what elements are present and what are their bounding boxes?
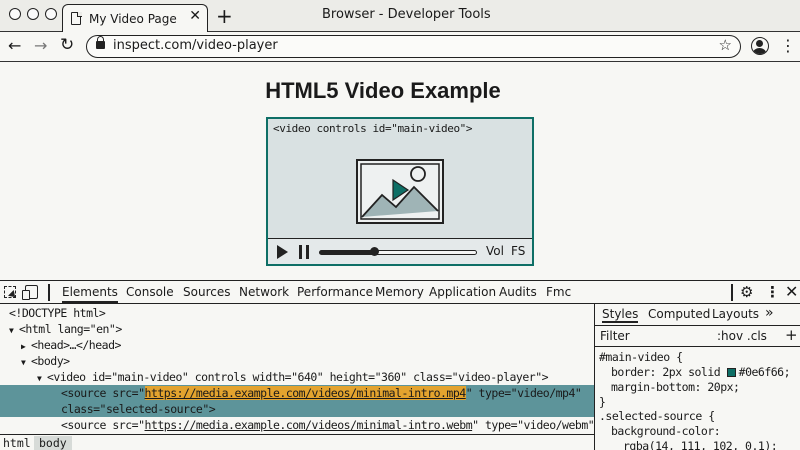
breadcrumb-html[interactable]: html: [3, 436, 31, 450]
video-controls: Vol FS: [268, 238, 532, 264]
play-icon[interactable]: [277, 245, 288, 259]
dom-node-source-webm[interactable]: <source src="https://media.example.com/v…: [61, 417, 594, 433]
dom-node-head[interactable]: ▶ <head>…</head>: [21, 337, 121, 353]
styles-sidebar: Styles Computed Layouts » Filter :hov .c…: [594, 304, 800, 450]
url-text: inspect.com/video-player: [113, 38, 278, 53]
dom-node-source-mp4[interactable]: <source src="https://media.example.com/v…: [61, 385, 582, 401]
dom-node-doctype[interactable]: <!DOCTYPE html>: [9, 305, 106, 321]
dom-node-html[interactable]: ▼ <html lang="en">: [9, 321, 122, 337]
profile-avatar-icon[interactable]: [751, 37, 769, 55]
volume-button[interactable]: Vol: [486, 244, 504, 258]
color-swatch-icon[interactable]: [726, 368, 736, 377]
rule-value-background[interactable]: rgba(14, 111, 102, 0.1);: [623, 439, 778, 450]
styles-tabs: Styles Computed Layouts »: [595, 304, 800, 326]
tab-fmc[interactable]: Fmc: [546, 285, 571, 299]
url-path: /video-player: [192, 38, 278, 53]
browser-menu-icon[interactable]: ⋮: [780, 36, 796, 55]
devtools-toolbar: Elements Console Sources Network Perform…: [0, 281, 800, 304]
source-type-attr: " type="video/mp4": [465, 386, 582, 400]
border-declaration: border: 2px solid: [611, 365, 721, 379]
back-arrow-icon[interactable]: ←: [8, 36, 21, 55]
tab-memory[interactable]: Memory: [375, 285, 424, 299]
browser-tab[interactable]: My Video Page ✕: [62, 4, 208, 33]
tab-title: My Video Page: [89, 12, 177, 26]
tab-layouts[interactable]: Layouts: [712, 307, 759, 321]
minimize-window-button[interactable]: [27, 8, 39, 20]
styles-filter-input[interactable]: Filter: [600, 329, 630, 343]
maximize-window-button[interactable]: [45, 8, 57, 20]
address-bar: ← → ↻ inspect.com/video-player ☆ ⋮: [0, 32, 800, 62]
video-open-tag: <video id="main-video" controls width="6…: [47, 370, 549, 384]
device-toggle-icon[interactable]: [22, 285, 38, 300]
body-open-tag: <body>: [31, 354, 70, 368]
rule-close-brace: }: [599, 395, 606, 409]
window-controls: [9, 8, 57, 20]
head-tag: <head>…</head>: [31, 338, 121, 352]
tab-console[interactable]: Console: [126, 285, 174, 299]
settings-gear-icon[interactable]: ⚙: [740, 283, 753, 301]
new-tab-button[interactable]: +: [216, 4, 233, 28]
source-url-link[interactable]: https://media.example.com/videos/minimal…: [145, 418, 473, 432]
forward-arrow-icon[interactable]: →: [34, 36, 47, 55]
tab-sources[interactable]: Sources: [183, 285, 230, 299]
close-window-button[interactable]: [9, 8, 21, 20]
page-title: HTML5 Video Example: [265, 78, 501, 103]
url-field[interactable]: inspect.com/video-player ☆: [86, 35, 741, 58]
source-open-tag: <source src=": [61, 386, 145, 400]
tab-audits[interactable]: Audits: [499, 285, 537, 299]
new-style-rule-icon[interactable]: +: [785, 326, 798, 344]
video-tag-label: <video controls id="main-video">: [273, 122, 473, 135]
tab-application[interactable]: Application: [429, 285, 496, 299]
rule-selector-main-video[interactable]: #main-video {: [599, 350, 683, 365]
close-devtools-icon[interactable]: ✕: [785, 282, 798, 301]
expanded-triangle-icon[interactable]: ▼: [9, 323, 19, 339]
border-color-value: #0e6f66;: [738, 365, 791, 379]
seek-bar[interactable]: [319, 250, 477, 255]
seek-handle[interactable]: [369, 247, 379, 256]
window-title: Browser - Developer Tools: [322, 7, 491, 22]
elements-tree: <!DOCTYPE html> ▼ <html lang="en"> ▶ <head…: [0, 304, 594, 434]
tab-close-icon[interactable]: ✕: [189, 8, 201, 24]
inspect-element-icon[interactable]: [4, 286, 16, 298]
source-type-attr: " type="video/webm">: [472, 418, 594, 432]
breadcrumb-body[interactable]: body: [34, 436, 72, 450]
rule-property-background[interactable]: background-color:: [611, 424, 721, 439]
tab-computed[interactable]: Computed: [648, 307, 710, 321]
expanded-triangle-icon[interactable]: ▼: [21, 355, 31, 371]
toolbar-divider: [48, 284, 50, 301]
dom-node-source-class: class="selected-source">: [61, 402, 216, 416]
pause-icon[interactable]: [299, 245, 309, 259]
more-options-icon[interactable]: ⋮: [765, 283, 780, 301]
browser-titlebar: My Video Page ✕ + Browser - Developer To…: [0, 0, 800, 33]
breadcrumb: html body: [0, 434, 594, 450]
reload-icon[interactable]: ↻: [60, 35, 74, 55]
source-open-tag: <source src=": [61, 418, 145, 432]
page-icon: [71, 11, 82, 25]
rule-property-border[interactable]: border: 2px solid #0e6f66;: [611, 365, 791, 380]
lock-icon: [96, 36, 105, 49]
tab-performance[interactable]: Performance: [297, 285, 373, 299]
seek-progress: [320, 251, 375, 254]
rule-selector-selected-source[interactable]: .selected-source {: [599, 409, 715, 424]
url-domain: inspect.com: [113, 38, 193, 53]
dom-node-video[interactable]: ▼ <video id="main-video" controls width="…: [37, 369, 549, 385]
tab-network[interactable]: Network: [239, 285, 289, 299]
image-placeholder-icon: [356, 159, 444, 224]
bookmark-star-icon[interactable]: ☆: [719, 36, 732, 54]
tab-elements[interactable]: Elements: [62, 285, 118, 303]
fullscreen-button[interactable]: FS: [511, 244, 525, 258]
rule-property-margin[interactable]: margin-bottom: 20px;: [611, 380, 740, 395]
more-tabs-icon[interactable]: »: [765, 305, 774, 321]
styles-filter-row: Filter :hov .cls +: [595, 326, 800, 347]
dom-node-body[interactable]: ▼ <body>: [21, 353, 70, 369]
toolbar-divider: [731, 284, 733, 301]
html-open-tag: <html lang="en">: [19, 322, 122, 336]
tab-styles[interactable]: Styles: [602, 307, 639, 323]
hov-cls-toggle[interactable]: :hov .cls: [717, 329, 767, 343]
video-player[interactable]: <video controls id="main-video"> Vol FS: [266, 117, 534, 266]
devtools-panel: Elements Console Sources Network Perform…: [0, 280, 800, 450]
source-url-link[interactable]: https://media.example.com/videos/minimal…: [144, 386, 466, 400]
